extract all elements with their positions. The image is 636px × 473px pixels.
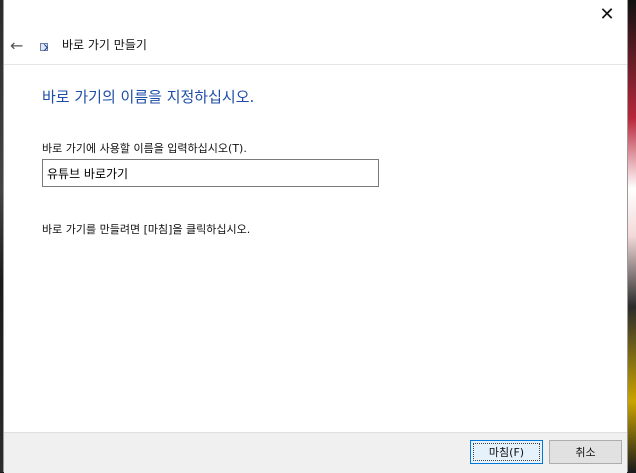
window-title: 바로 가기 만들기: [62, 38, 147, 52]
close-icon[interactable]: ✕: [591, 2, 623, 26]
background-desktop-right: [628, 0, 636, 472]
name-field-label: 바로 가기에 사용할 이름을 입력하십시오(T).: [42, 142, 247, 155]
finish-button[interactable]: 마침(F): [470, 440, 543, 464]
shortcut-icon: [40, 43, 48, 51]
create-shortcut-dialog: ✕ ← 바로 가기 만들기 바로 가기의 이름을 지정하십시오. 바로 가기에 …: [3, 0, 628, 473]
page-heading: 바로 가기의 이름을 지정하십시오.: [42, 88, 255, 106]
wizard-header: ← 바로 가기 만들기: [4, 32, 627, 65]
dialog-footer: 마침(F) 취소: [4, 432, 627, 473]
cancel-button[interactable]: 취소: [549, 440, 622, 464]
finish-instruction: 바로 가기를 만들려면 [마침]을 클릭하십시오.: [42, 223, 251, 236]
arrow-left-icon[interactable]: ←: [10, 36, 23, 55]
shortcut-name-input[interactable]: [42, 159, 379, 187]
